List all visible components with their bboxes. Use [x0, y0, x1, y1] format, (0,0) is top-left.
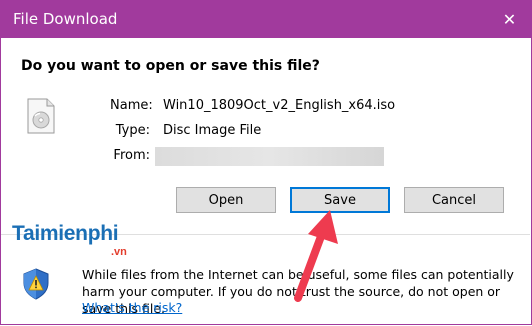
dialog-question: Do you want to open or save this file? — [21, 58, 320, 74]
from-label: From: — [113, 148, 150, 163]
cancel-button[interactable]: Cancel — [404, 187, 504, 213]
from-value-redacted — [155, 147, 384, 166]
whats-the-risk-link[interactable]: What's the risk? — [82, 300, 182, 315]
file-type-value: Disc Image File — [163, 123, 262, 138]
security-shield-icon — [23, 268, 49, 300]
title-bar: File Download ✕ — [0, 0, 532, 38]
type-label: Type: — [115, 123, 150, 138]
red-pointer-arrow-icon — [294, 210, 338, 302]
taimienphi-watermark-logo: Taimienphi — [12, 222, 119, 245]
watermark-domain-suffix: .vn — [111, 246, 127, 258]
file-name-value: Win10_1809Oct_v2_English_x64.iso — [163, 98, 396, 113]
disc-image-file-icon — [27, 98, 55, 134]
close-icon: ✕ — [502, 9, 517, 29]
open-button[interactable]: Open — [176, 187, 276, 213]
window-title: File Download — [13, 10, 118, 28]
name-label: Name: — [110, 98, 153, 113]
close-button[interactable]: ✕ — [487, 0, 532, 38]
